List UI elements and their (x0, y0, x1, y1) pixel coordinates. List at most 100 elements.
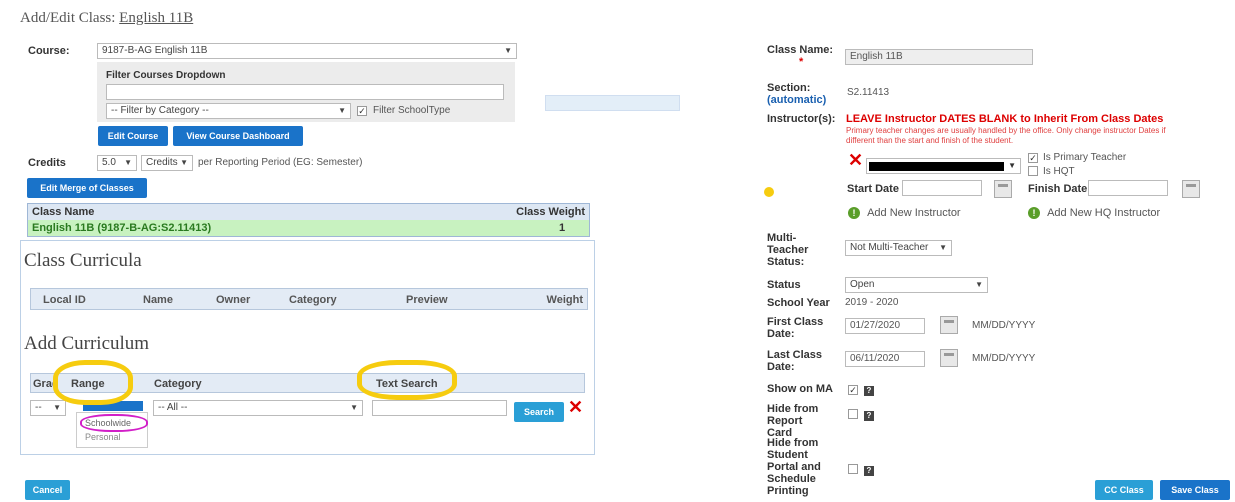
filter-schooltype-label: Filter SchoolType (373, 105, 451, 116)
finish-date-label: Finish Date (1028, 183, 1088, 195)
section-automatic: (automatic) (767, 94, 827, 106)
status-label: Status (767, 279, 801, 291)
section-value: S2.11413 (847, 87, 890, 98)
chevron-down-icon: ▼ (180, 158, 188, 167)
credits-value-select[interactable]: 5.0 ▼ (97, 155, 137, 171)
clear-icon[interactable]: ✕ (568, 398, 583, 416)
hide-report-card-label: Hide from Report Card (767, 403, 819, 439)
section-label: Section: (767, 82, 811, 94)
last-date-input[interactable]: 06/11/2020 (845, 351, 925, 367)
calendar-icon[interactable] (994, 180, 1012, 198)
hide-student-portal-label: Hide from Student Portal and Schedule Pr… (767, 437, 821, 497)
instructors-warning: LEAVE Instructor DATES BLANK to Inherit … (846, 113, 1164, 125)
school-year-value: 2019 - 2020 (845, 297, 899, 308)
primary-teacher-checkbox[interactable]: ✓ (1028, 152, 1038, 164)
filter-schooltype-checkbox[interactable]: ✓ (357, 105, 367, 117)
col-class-name: Class Name (32, 206, 95, 218)
col-owner: Owner (216, 294, 251, 306)
show-on-ma-checkbox[interactable]: ✓ (848, 384, 858, 396)
edit-merge-button[interactable]: Edit Merge of Classes (27, 178, 147, 198)
edit-course-button[interactable]: Edit Course (98, 126, 168, 146)
class-name-input[interactable]: English 11B (845, 49, 1033, 65)
chevron-down-icon: ▼ (975, 280, 983, 289)
page-title: Add/Edit Class: English 11B (20, 10, 193, 27)
merge-table: Class Name Class Weight English 11B (918… (27, 203, 590, 237)
calendar-icon[interactable] (940, 316, 958, 334)
cc-class-button[interactable]: CC Class (1095, 480, 1153, 500)
start-date-label: Start Date (847, 183, 899, 195)
chevron-down-icon: ▼ (350, 403, 358, 412)
col-local-id: Local ID (43, 294, 86, 306)
merge-row-name: English 11B (9187-B-AG:S2.11413) (32, 222, 212, 234)
redacted-block (869, 162, 1004, 171)
instructors-note: Primary teacher changes are usually hand… (846, 126, 1166, 145)
chevron-down-icon: ▼ (504, 46, 512, 55)
course-label: Course: (28, 45, 70, 57)
hide-student-portal-checkbox[interactable] (848, 464, 858, 477)
multi-teacher-label: Multi-Teacher Status: (767, 232, 809, 268)
yellow-highlight-range (53, 360, 133, 405)
class-name-label: Class Name: (767, 44, 834, 56)
category-filter-select[interactable]: -- Filter by Category -- ▼ (106, 103, 351, 119)
save-class-button[interactable]: Save Class (1160, 480, 1230, 500)
col-weight: Weight (546, 294, 583, 306)
hide-report-card-checkbox[interactable] (848, 409, 858, 422)
credits-label: Credits (28, 157, 66, 169)
help-icon[interactable]: ? (864, 409, 874, 421)
faded-field (545, 95, 680, 111)
view-course-dashboard-button[interactable]: View Course Dashboard (173, 126, 303, 146)
calendar-icon[interactable] (1182, 180, 1200, 198)
required-marker: * (799, 56, 804, 68)
is-hqt-checkbox[interactable] (1028, 166, 1038, 179)
primary-teacher-label: Is Primary Teacher (1043, 152, 1127, 163)
table-row[interactable]: English 11B (9187-B-AG:S2.11413) 1 (28, 220, 589, 236)
filter-title: Filter Courses Dropdown (106, 70, 226, 81)
merge-table-header: Class Name Class Weight (28, 204, 589, 220)
class-curricula-title: Class Curricula (24, 250, 142, 271)
first-date-format: MM/DD/YYYY (972, 320, 1036, 331)
range-option-personal[interactable]: Personal (85, 432, 121, 442)
curriculum-category-select[interactable]: -- All -- ▼ (153, 400, 363, 416)
help-icon[interactable]: ? (864, 384, 874, 396)
help-icon[interactable]: ? (864, 464, 874, 476)
finish-date-input[interactable] (1088, 180, 1168, 196)
magenta-highlight (80, 414, 148, 432)
plus-circle-icon: ! (848, 207, 860, 219)
instructor-select[interactable]: ▼ (866, 158, 1021, 174)
chevron-down-icon: ▼ (124, 158, 132, 167)
col-category: Category (154, 378, 202, 390)
col-preview: Preview (406, 294, 448, 306)
is-hqt-label: Is HQT (1043, 166, 1075, 177)
grade-select[interactable]: -- ▼ (30, 400, 66, 416)
yellow-highlight-text-search (357, 360, 457, 400)
course-select[interactable]: 9187-B-AG English 11B ▼ (97, 43, 517, 59)
credits-unit-select[interactable]: Credits ▼ (141, 155, 193, 171)
add-hq-instructor-link[interactable]: ! Add New HQ Instructor (1028, 207, 1160, 219)
add-instructor-link[interactable]: ! Add New Instructor (848, 207, 961, 219)
page-title-prefix: Add/Edit Class: (20, 10, 116, 26)
search-button[interactable]: Search (514, 402, 564, 422)
first-date-input[interactable]: 01/27/2020 (845, 318, 925, 334)
instructors-label: Instructor(s): (767, 113, 836, 125)
multi-teacher-select[interactable]: Not Multi-Teacher ▼ (845, 240, 952, 256)
chevron-down-icon: ▼ (939, 243, 947, 252)
calendar-icon[interactable] (940, 349, 958, 367)
last-date-label: Last Class Date: (767, 349, 823, 373)
school-year-label: School Year (767, 297, 830, 309)
remove-instructor-icon[interactable]: ✕ (848, 151, 863, 169)
status-select[interactable]: Open ▼ (845, 277, 988, 293)
chevron-down-icon: ▼ (1008, 161, 1016, 170)
curricula-table-header: Local ID Name Owner Category Preview Wei… (30, 288, 588, 310)
text-search-input[interactable] (372, 400, 507, 416)
first-date-label: First Class Date: (767, 316, 824, 340)
credits-suffix: per Reporting Period (EG: Semester) (198, 157, 363, 168)
page-title-class: English 11B (119, 10, 194, 26)
show-on-ma-label: Show on MA (767, 383, 833, 395)
cancel-button[interactable]: Cancel (25, 480, 70, 500)
start-date-input[interactable] (902, 180, 982, 196)
filter-input[interactable] (106, 84, 504, 100)
chevron-down-icon: ▼ (338, 106, 346, 115)
add-curriculum-title: Add Curriculum (24, 333, 150, 354)
last-date-format: MM/DD/YYYY (972, 353, 1036, 364)
merge-row-weight: 1 (558, 222, 566, 234)
